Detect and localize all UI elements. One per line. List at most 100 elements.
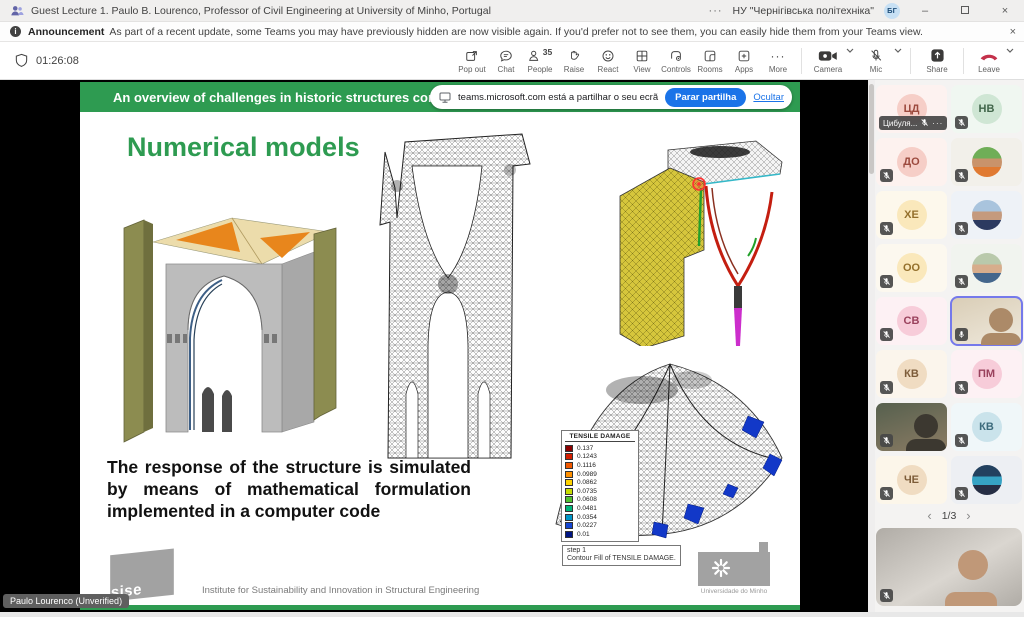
view-grid-icon: [635, 48, 649, 64]
participant-video-tile[interactable]: [876, 403, 947, 451]
participant-tile[interactable]: [951, 456, 1022, 504]
user-avatar[interactable]: БГ: [884, 3, 900, 19]
raise-hand-button[interactable]: Raise: [557, 48, 591, 74]
mic-chevron-icon[interactable]: [894, 48, 902, 53]
hide-banner-link[interactable]: Ocultar: [753, 92, 784, 103]
camera-button[interactable]: Camera: [808, 48, 848, 74]
participant-tile[interactable]: КВ: [951, 403, 1022, 451]
mic-muted-icon: [880, 381, 893, 394]
timer-value: 01:26:08: [36, 55, 79, 67]
share-banner-text: teams.microsoft.com está a partilhar o s…: [458, 92, 658, 103]
avatar-initials: ПМ: [972, 359, 1002, 389]
sidebar-scrollbar[interactable]: [868, 80, 875, 612]
leave-chevron-icon[interactable]: [1006, 48, 1014, 53]
meeting-toolbar: 01:26:08 Pop out Chat 35 People: [0, 42, 1024, 80]
participant-tile[interactable]: ДО: [876, 138, 947, 186]
university-name: Universidade do Minho: [694, 588, 774, 595]
legend-value: 0.137: [577, 445, 593, 452]
avatar-initials: ДО: [897, 147, 927, 177]
react-button[interactable]: React: [591, 48, 625, 74]
share-button[interactable]: Share: [917, 48, 957, 74]
participant-name-label[interactable]: Цибуля... ···: [879, 116, 947, 130]
avatar-photo: [972, 465, 1002, 495]
mic-muted-icon: [880, 222, 893, 235]
announcement-text: As part of a recent update, some Teams y…: [109, 26, 922, 38]
more-dots-icon: ···: [771, 48, 786, 64]
slide-title: Numerical models: [127, 132, 360, 163]
participant-tile[interactable]: КВ: [876, 350, 947, 398]
mic-muted-icon: [880, 169, 893, 182]
participants-sidebar: ЦДЦибуля...···НВДОХЕООСВКВПМКВЧЕ ‹ 1/3 ›: [868, 80, 1024, 612]
close-button[interactable]: ×: [990, 0, 1020, 22]
slide-footer-bar: [80, 605, 800, 610]
more-button[interactable]: ··· More: [761, 48, 795, 74]
titlebar-more-icon[interactable]: ···: [709, 5, 723, 17]
mic-muted-icon: [880, 328, 893, 341]
participant-tile[interactable]: [951, 138, 1022, 186]
avatar-initials: НВ: [972, 94, 1002, 124]
org-name: НУ "Чернігівська політехніка": [733, 5, 874, 17]
legend-color-swatch: [565, 445, 573, 452]
legend-color-swatch: [565, 496, 573, 503]
announcement-banner: i Announcement As part of a recent updat…: [0, 22, 1024, 42]
participant-tile[interactable]: НВ: [951, 85, 1022, 133]
people-button[interactable]: 35 People: [523, 48, 557, 74]
slide-header-bar: An overview of challenges in historic st…: [80, 82, 800, 112]
meeting-main: An overview of challenges in historic st…: [0, 80, 1024, 612]
participant-grid: ЦДЦибуля...···НВДОХЕООСВКВПМКВЧЕ: [876, 85, 1022, 504]
stop-sharing-button[interactable]: Parar partilha: [665, 88, 746, 107]
minimize-button[interactable]: –: [910, 0, 940, 22]
participant-tile[interactable]: ПМ: [951, 350, 1022, 398]
legend-entry: 0.0989: [565, 470, 635, 479]
page-next-icon[interactable]: ›: [966, 508, 970, 523]
controls-button[interactable]: Controls: [659, 48, 693, 74]
mic-muted-icon: [880, 589, 893, 602]
chat-icon: [499, 48, 513, 64]
figure-caption-box: step 1 Contour Fill of TENSILE DAMAGE.: [562, 545, 681, 566]
participant-name: Цибуля...: [883, 119, 917, 128]
participant-tile[interactable]: ОО: [876, 244, 947, 292]
apps-button[interactable]: Apps: [727, 48, 761, 74]
participant-tile[interactable]: [951, 191, 1022, 239]
participant-video: [989, 308, 1013, 332]
legend-color-swatch: [565, 453, 573, 460]
popout-button[interactable]: Pop out: [455, 48, 489, 74]
popout-icon: [465, 48, 479, 64]
camera-chevron-icon[interactable]: [846, 48, 854, 53]
participant-tile[interactable]: ЧЕ: [876, 456, 947, 504]
participant-video-tile[interactable]: [951, 297, 1022, 345]
toolbar-divider: [801, 48, 802, 74]
page-indicator: 1/3: [942, 510, 957, 522]
figure-cad-arch-model: [110, 178, 342, 450]
rooms-icon: [703, 48, 717, 64]
maximize-button[interactable]: [950, 0, 980, 22]
participant-tile[interactable]: [951, 244, 1022, 292]
legend-entry: 0.01: [565, 530, 635, 539]
chat-button[interactable]: Chat: [489, 48, 523, 74]
participant-tile[interactable]: СВ: [876, 297, 947, 345]
participant-tile[interactable]: ХЕ: [876, 191, 947, 239]
teams-meeting-window: Guest Lecture 1. Paulo B. Lourenco, Prof…: [0, 0, 1024, 617]
banner-close-icon[interactable]: ×: [1010, 22, 1016, 42]
scrollbar-thumb[interactable]: [869, 84, 874, 174]
meeting-timer: 01:26:08: [8, 53, 79, 68]
avatar-initials: КВ: [972, 412, 1002, 442]
legend-entry: 0.0227: [565, 521, 635, 530]
mic-muted-icon: [920, 114, 929, 132]
tile-more-icon[interactable]: ···: [932, 119, 943, 128]
avatar-photo: [972, 253, 1002, 283]
caption-text: Contour Fill of TENSILE DAMAGE.: [567, 555, 676, 563]
participant-tile[interactable]: ЦДЦибуля...···: [876, 85, 947, 133]
page-prev-icon[interactable]: ‹: [927, 508, 931, 523]
rooms-button[interactable]: Rooms: [693, 48, 727, 74]
announcement-icon: i: [10, 26, 21, 37]
mic-button[interactable]: Mic: [856, 48, 896, 74]
legend-entry: 0.0481: [565, 504, 635, 513]
self-video-tile[interactable]: [876, 528, 1022, 606]
legend-entry: 0.0862: [565, 478, 635, 487]
controls-icon: [669, 48, 683, 64]
view-button[interactable]: View: [625, 48, 659, 74]
leave-button[interactable]: Leave: [970, 48, 1008, 74]
mic-muted-icon: [869, 48, 883, 64]
legend-entry: 0.1243: [565, 453, 635, 462]
